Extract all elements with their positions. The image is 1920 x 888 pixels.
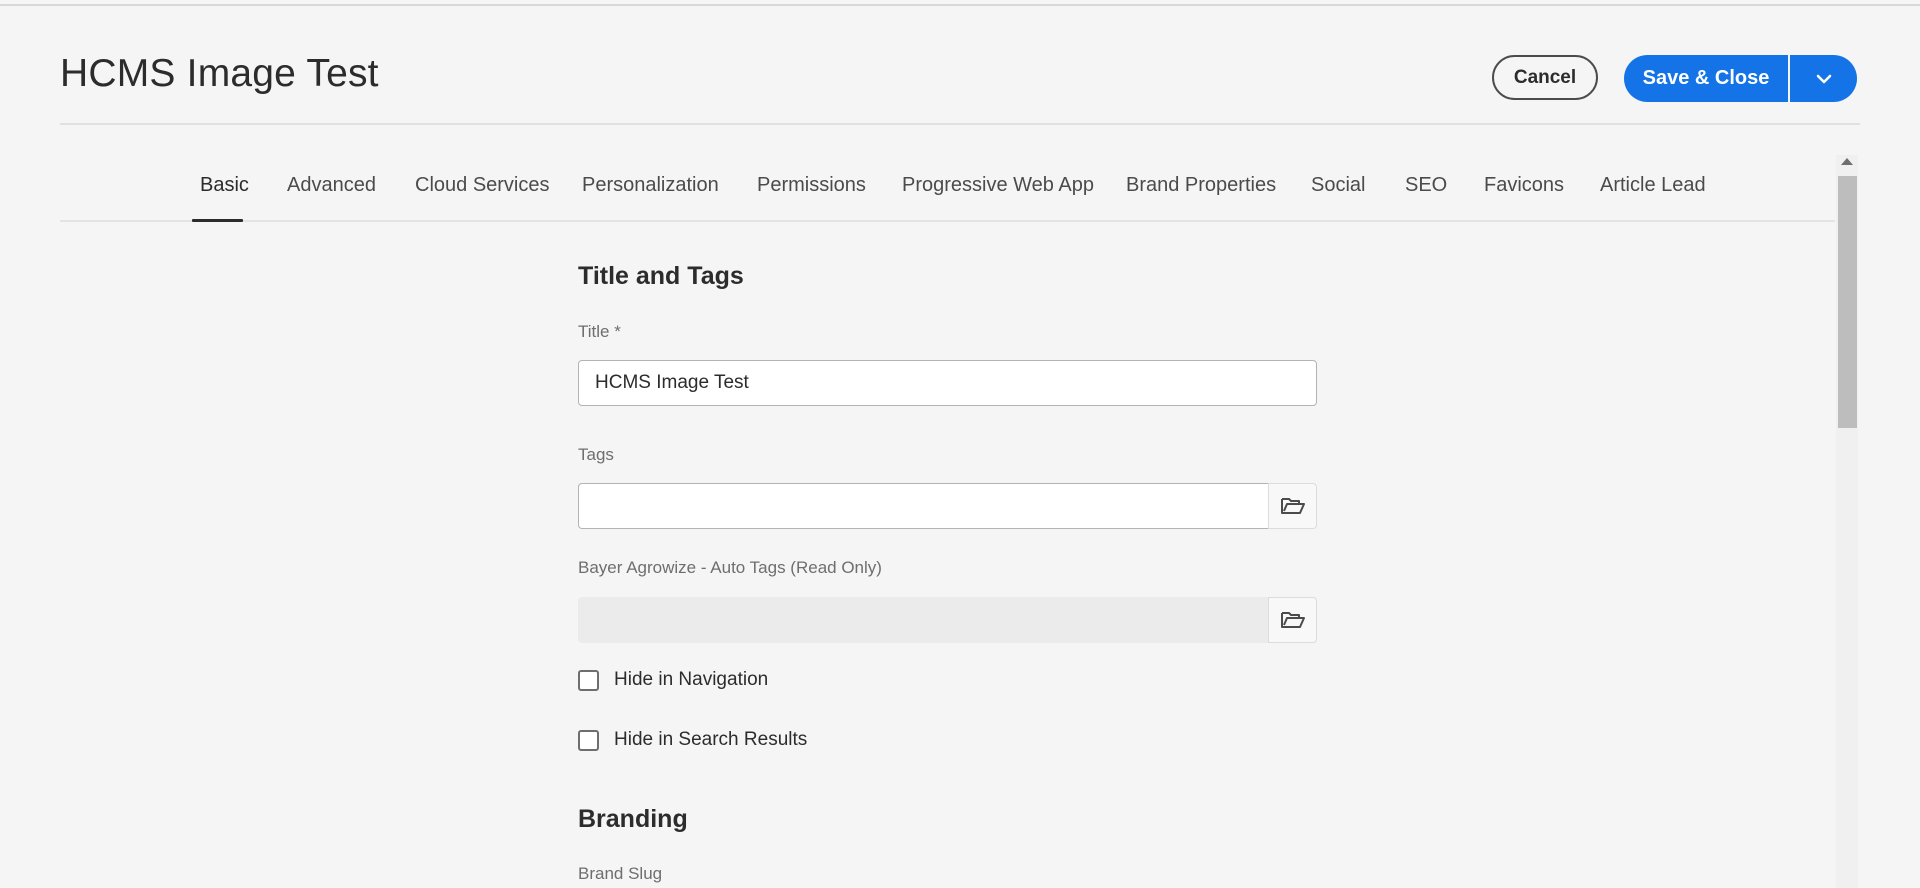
tags-input[interactable] [578, 483, 1269, 529]
tab-seo[interactable]: SEO [1405, 174, 1447, 197]
page-title: HCMS Image Test [60, 52, 379, 95]
scrollbar-thumb[interactable] [1838, 176, 1857, 428]
tab-basic[interactable]: Basic [200, 174, 249, 197]
tags-label: Tags [578, 445, 614, 464]
save-options-dropdown-button[interactable] [1790, 55, 1857, 102]
section-heading-title-tags: Title and Tags [578, 262, 744, 290]
cancel-button[interactable]: Cancel [1492, 55, 1598, 100]
hide-in-navigation-checkbox[interactable] [578, 669, 599, 691]
hide-in-navigation-label: Hide in Navigation [614, 669, 769, 690]
hide-in-navigation-option[interactable]: Hide in Navigation [578, 668, 768, 692]
auto-tags-label: Bayer Agrowize - Auto Tags (Read Only) [578, 558, 882, 577]
chevron-down-icon [1816, 74, 1831, 83]
tab-article-lead[interactable]: Article Lead [1600, 174, 1706, 197]
tab-bar: Basic Advanced Cloud Services Personaliz… [60, 166, 1835, 222]
auto-tags-input [578, 597, 1269, 643]
top-divider [0, 4, 1920, 6]
hide-in-search-option[interactable]: Hide in Search Results [578, 728, 807, 752]
header-divider [60, 123, 1860, 125]
tab-brand-properties[interactable]: Brand Properties [1126, 174, 1276, 197]
tab-cloud-services[interactable]: Cloud Services [415, 174, 550, 197]
folder-open-icon [1280, 612, 1305, 628]
scroll-up-arrow-icon[interactable] [1841, 158, 1853, 165]
tab-progressive-web-app[interactable]: Progressive Web App [902, 174, 1094, 197]
save-close-button[interactable]: Save & Close [1624, 55, 1788, 102]
title-label: Title * [578, 322, 621, 341]
hide-in-search-checkbox[interactable] [578, 729, 599, 751]
tab-permissions[interactable]: Permissions [757, 174, 866, 197]
tab-favicons[interactable]: Favicons [1484, 174, 1564, 197]
tab-advanced[interactable]: Advanced [287, 174, 376, 197]
tags-browse-button[interactable] [1268, 483, 1317, 529]
tab-personalization[interactable]: Personalization [582, 174, 719, 197]
folder-open-icon [1280, 498, 1305, 514]
section-heading-branding: Branding [578, 805, 688, 833]
tab-social[interactable]: Social [1311, 174, 1365, 197]
hide-in-search-label: Hide in Search Results [614, 729, 808, 750]
title-input[interactable] [578, 360, 1317, 406]
active-tab-indicator [192, 219, 243, 222]
auto-tags-browse-button[interactable] [1268, 597, 1317, 643]
brand-slug-label: Brand Slug [578, 864, 663, 883]
